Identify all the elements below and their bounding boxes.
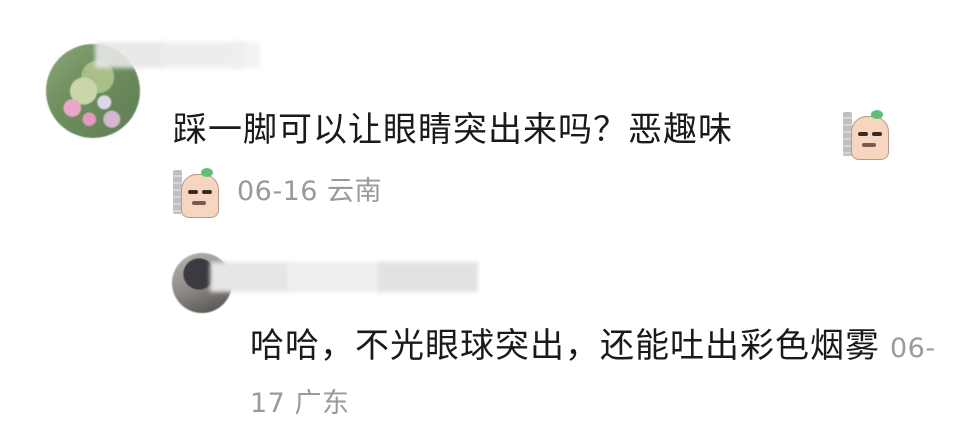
smirk-sticker-icon bbox=[843, 110, 889, 160]
commenter-name-blurred[interactable] bbox=[230, 42, 260, 68]
reply-name-blurred[interactable] bbox=[378, 262, 478, 292]
reply-text: 哈哈，不光眼球突出，还能吐出彩色烟雾 bbox=[250, 326, 880, 366]
smirk-sticker-icon bbox=[173, 168, 219, 218]
comment-meta: 06-16 云南 bbox=[173, 168, 383, 218]
reply-name-blurred[interactable] bbox=[210, 262, 290, 292]
reply-text-block: 哈哈，不光眼球突出，还能吐出彩色烟雾 06-17 广东 bbox=[250, 320, 940, 430]
comment-date-location: 06-16 云南 bbox=[237, 176, 383, 207]
reply-name-blurred[interactable] bbox=[288, 262, 383, 292]
commenter-name-blurred[interactable] bbox=[95, 42, 165, 68]
comment-thread: 踩一脚可以让眼睛突出来吗？恶趣味 06-16 云南 哈哈，不光眼球突出，还能吐出… bbox=[0, 0, 971, 435]
comment-text: 踩一脚可以让眼睛突出来吗？恶趣味 bbox=[173, 110, 733, 150]
